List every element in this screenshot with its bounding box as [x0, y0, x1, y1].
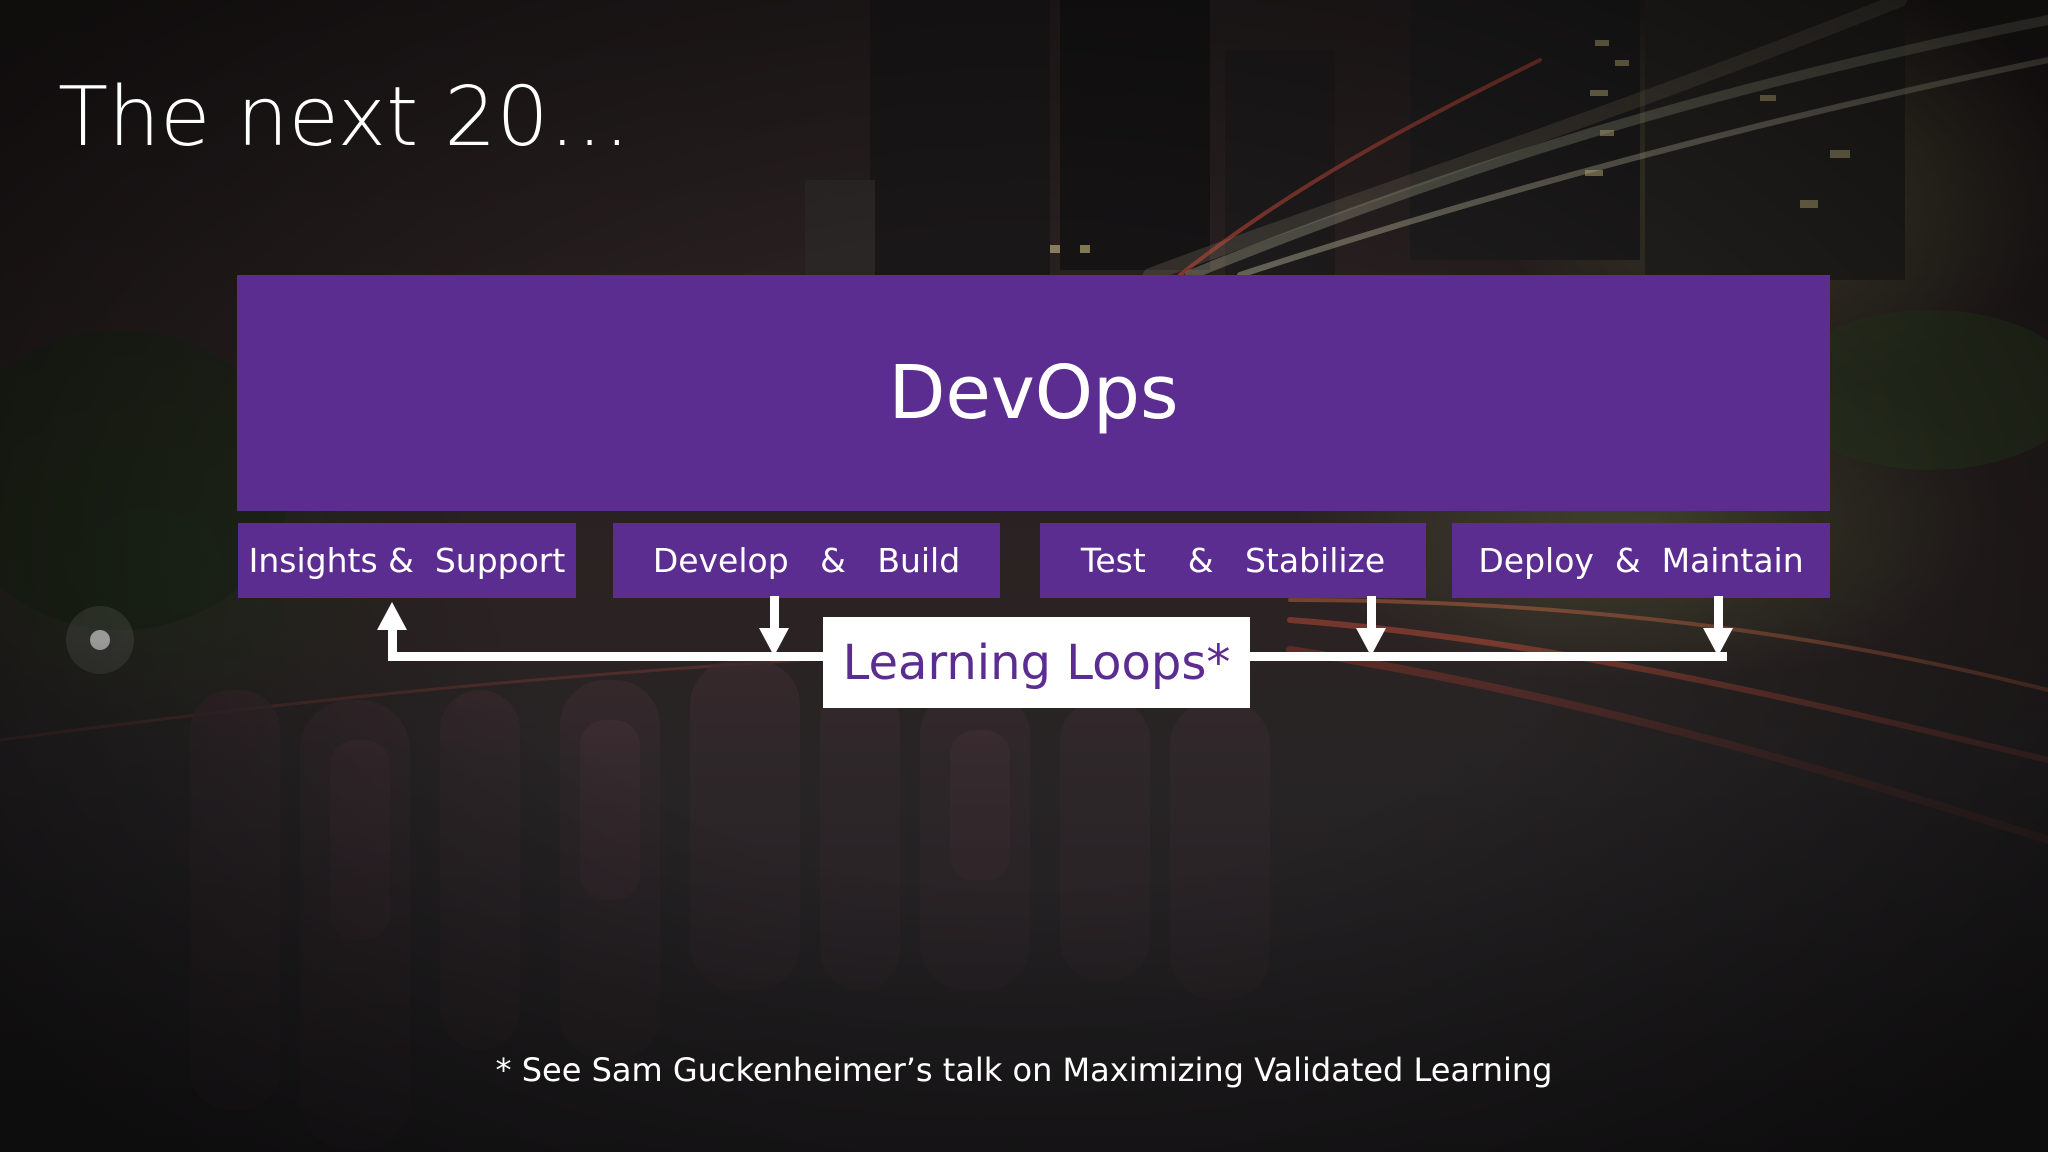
learning-loop-arrows	[377, 596, 1733, 661]
arrow-down-icon	[1703, 628, 1733, 656]
arrow-down-icon	[1356, 628, 1386, 656]
learning-loops-box: Learning Loops*	[823, 617, 1250, 708]
arrow-up-icon	[377, 602, 407, 630]
slide: The next 20… DevOps Insights & Support D…	[0, 0, 2048, 1152]
footnote: * See Sam Guckenheimer’s talk on Maximiz…	[495, 1051, 1553, 1089]
learning-loops-label: Learning Loops*	[842, 634, 1231, 691]
arrow-down-icon	[759, 628, 789, 656]
